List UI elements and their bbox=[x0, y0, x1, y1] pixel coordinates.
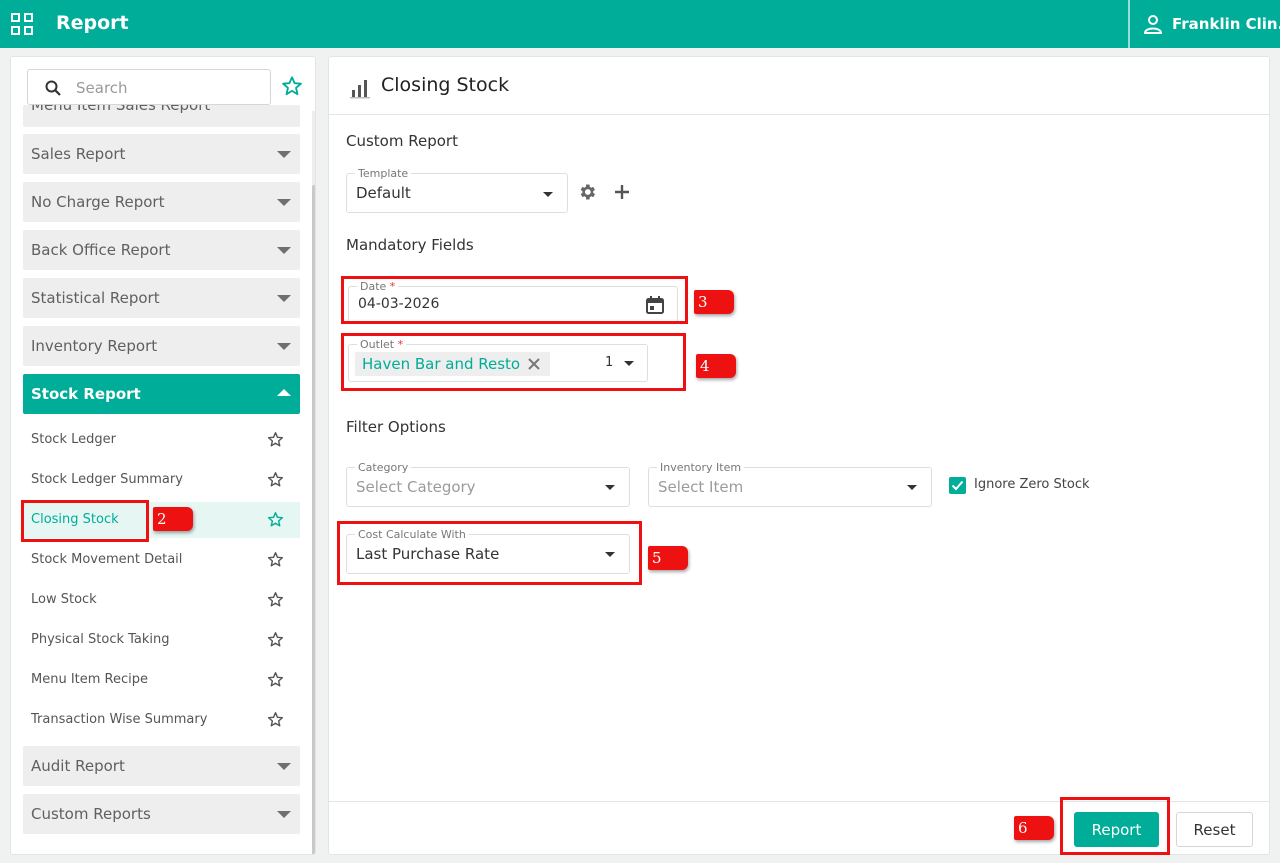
chevron-up-icon bbox=[277, 389, 291, 396]
highlight-box bbox=[21, 500, 149, 542]
step-badge: 6 bbox=[1014, 816, 1054, 840]
apps-grid-icon[interactable] bbox=[11, 13, 33, 35]
chevron-down-icon bbox=[277, 763, 291, 770]
template-value: Default bbox=[356, 184, 411, 202]
highlight-box bbox=[337, 521, 642, 585]
check-icon bbox=[951, 480, 964, 491]
user-icon bbox=[1143, 15, 1163, 34]
report-panel: Closing Stock Custom Report Template Def… bbox=[328, 56, 1270, 855]
star-icon[interactable] bbox=[267, 511, 284, 528]
section-title-mandatory-fields: Mandatory Fields bbox=[346, 236, 474, 254]
dropdown-arrow-icon bbox=[605, 485, 615, 490]
field-label: Inventory Item bbox=[657, 461, 745, 474]
star-icon[interactable] bbox=[267, 431, 284, 448]
step-badge: 5 bbox=[648, 546, 688, 570]
user-menu[interactable]: Franklin Clin... bbox=[1128, 0, 1280, 48]
category-statistical-report[interactable]: Statistical Report bbox=[23, 278, 300, 318]
star-icon[interactable] bbox=[267, 631, 284, 648]
template-select[interactable]: Template Default bbox=[346, 167, 568, 213]
search-icon bbox=[45, 80, 61, 96]
gear-icon[interactable] bbox=[577, 182, 597, 202]
sidebar-scroll-thumb[interactable] bbox=[312, 185, 315, 854]
step-badge: 2 bbox=[153, 507, 193, 531]
sidebar-item-transaction-wise-summary[interactable]: Transaction Wise Summary bbox=[23, 702, 300, 738]
ignore-zero-stock-label: Ignore Zero Stock bbox=[974, 477, 1090, 492]
category-sales-report[interactable]: Sales Report bbox=[23, 134, 300, 174]
category-custom-reports[interactable]: Custom Reports bbox=[23, 794, 300, 834]
category-select[interactable]: Category Select Category bbox=[346, 461, 630, 507]
highlight-box bbox=[341, 333, 686, 391]
ignore-zero-stock-checkbox[interactable] bbox=[949, 477, 966, 494]
star-icon[interactable] bbox=[267, 711, 284, 728]
chevron-down-icon bbox=[277, 247, 291, 254]
search-input[interactable] bbox=[76, 77, 256, 99]
category-label: Back Office Report bbox=[31, 241, 171, 259]
category-audit-report[interactable]: Audit Report bbox=[23, 746, 300, 786]
top-app-bar: Report Franklin Clin... bbox=[0, 0, 1280, 48]
category-stock-report[interactable]: Stock Report bbox=[23, 374, 300, 414]
reset-button[interactable]: Reset bbox=[1176, 812, 1253, 847]
field-label: Category bbox=[355, 461, 412, 474]
star-icon[interactable] bbox=[267, 591, 284, 608]
sidebar-item-stock-ledger[interactable]: Stock Ledger bbox=[23, 422, 300, 458]
section-title-custom-report: Custom Report bbox=[346, 132, 458, 150]
chevron-down-icon bbox=[277, 295, 291, 302]
sidebar-item-stock-ledger-summary[interactable]: Stock Ledger Summary bbox=[23, 462, 300, 498]
inventory-item-select[interactable]: Inventory Item Select Item bbox=[648, 461, 932, 507]
category-label: Audit Report bbox=[31, 757, 125, 775]
dropdown-arrow-icon bbox=[907, 485, 917, 490]
app-title: Report bbox=[56, 12, 129, 34]
highlight-box bbox=[1060, 797, 1170, 855]
sidebar-item-menu-item-recipe[interactable]: Menu Item Recipe bbox=[23, 662, 300, 698]
category-label: Statistical Report bbox=[31, 289, 160, 307]
step-badge: 4 bbox=[696, 354, 736, 378]
highlight-box bbox=[341, 276, 688, 324]
user-name: Franklin Clin... bbox=[1172, 15, 1280, 33]
star-icon[interactable] bbox=[267, 551, 284, 568]
report-sidebar: Menu Item Sales Report Sales Report No C… bbox=[10, 56, 316, 855]
chevron-down-icon bbox=[277, 811, 291, 818]
category-label: Menu Item Sales Report bbox=[31, 105, 211, 114]
section-title-filter-options: Filter Options bbox=[346, 418, 446, 436]
sidebar-item-label: Transaction Wise Summary bbox=[31, 712, 208, 727]
category-label: Custom Reports bbox=[31, 805, 151, 823]
favorites-star-icon[interactable] bbox=[281, 75, 303, 97]
sidebar-item-label: Stock Ledger Summary bbox=[31, 472, 183, 487]
category-no-charge-report[interactable]: No Charge Report bbox=[23, 182, 300, 222]
category-inventory-report[interactable]: Inventory Report bbox=[23, 326, 300, 366]
category-label: Inventory Report bbox=[31, 337, 158, 355]
category-placeholder: Select Category bbox=[356, 478, 476, 496]
sidebar-item-label: Stock Ledger bbox=[31, 432, 116, 447]
sidebar-item-physical-stock-taking[interactable]: Physical Stock Taking bbox=[23, 622, 300, 658]
category-label: Sales Report bbox=[31, 145, 126, 163]
category-label: No Charge Report bbox=[31, 193, 165, 211]
chevron-down-icon bbox=[277, 151, 291, 158]
inventory-item-placeholder: Select Item bbox=[658, 478, 744, 496]
category-label: Stock Report bbox=[31, 385, 141, 403]
category-menu-item-sales[interactable]: Menu Item Sales Report bbox=[23, 105, 300, 127]
chevron-down-icon bbox=[277, 343, 291, 350]
sidebar-item-stock-movement-detail[interactable]: Stock Movement Detail bbox=[23, 542, 300, 578]
sidebar-item-label: Physical Stock Taking bbox=[31, 632, 170, 647]
page-title: Closing Stock bbox=[381, 74, 510, 96]
search-box[interactable] bbox=[27, 69, 271, 105]
add-icon[interactable] bbox=[613, 183, 631, 201]
dropdown-arrow-icon bbox=[543, 192, 553, 197]
panel-header: Closing Stock bbox=[329, 57, 1269, 115]
sidebar-item-low-stock[interactable]: Low Stock bbox=[23, 582, 300, 618]
sidebar-item-label: Low Stock bbox=[31, 592, 97, 607]
sidebar-item-label: Menu Item Recipe bbox=[31, 672, 149, 687]
star-icon[interactable] bbox=[267, 671, 284, 688]
step-badge: 3 bbox=[694, 290, 734, 314]
chevron-down-icon bbox=[277, 199, 291, 206]
field-label: Template bbox=[355, 167, 412, 180]
star-icon[interactable] bbox=[267, 471, 284, 488]
bar-chart-icon bbox=[350, 80, 370, 99]
category-back-office-report[interactable]: Back Office Report bbox=[23, 230, 300, 270]
sidebar-item-label: Stock Movement Detail bbox=[31, 552, 183, 567]
